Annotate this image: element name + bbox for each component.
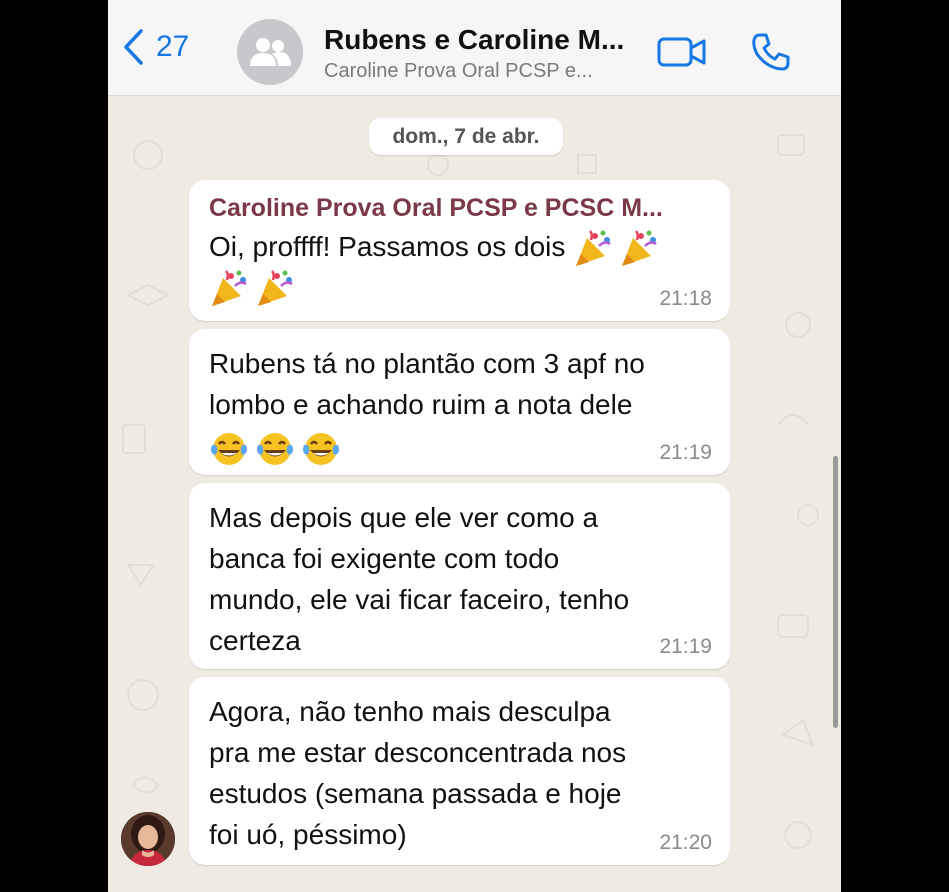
message-text-line: certeza: [209, 625, 301, 656]
message-text-line: estudos (semana passada e hoje: [209, 778, 622, 809]
message-text-line: Oi, proffff! Passamos os dois: [209, 231, 566, 262]
message-text-line: Rubens tá no plantão com 3 apf no: [209, 348, 645, 379]
chevron-left-icon: [124, 29, 143, 65]
message-time: 21:18: [659, 287, 712, 310]
scrollbar[interactable]: [833, 456, 838, 728]
message-bubble[interactable]: Mas depois que ele ver como a banca foi …: [189, 483, 730, 669]
tears-of-joy-icon: [303, 433, 339, 465]
message-time: 21:19: [659, 441, 712, 464]
message-text-line: foi uó, péssimo): [209, 819, 407, 850]
party-popper-icon: [258, 269, 293, 306]
message-text: Agora, não tenho mais desculpa pra me es…: [209, 691, 712, 855]
party-popper-icon: [622, 229, 657, 266]
tears-of-joy-icon: [257, 433, 293, 465]
group-avatar[interactable]: [237, 19, 303, 85]
video-call-button[interactable]: [657, 36, 707, 73]
chat-screen: 27 Rubens e Caroline M... Caroline Prova…: [108, 0, 841, 892]
profile-photo: [121, 812, 175, 866]
message-time: 21:19: [659, 635, 712, 658]
emoji-group: [573, 229, 659, 268]
emoji-group: [209, 431, 341, 467]
phone-icon: [752, 33, 790, 71]
unread-count: 27: [156, 30, 190, 63]
voice-call-button[interactable]: [751, 32, 791, 77]
message-text-line: Agora, não tenho mais desculpa: [209, 696, 611, 727]
message-bubble[interactable]: Agora, não tenho mais desculpa pra me es…: [189, 677, 730, 865]
party-popper-icon: [576, 229, 611, 266]
message-text-line: banca foi exigente com todo: [209, 543, 560, 574]
message-bubble[interactable]: Caroline Prova Oral PCSP e PCSC M... Oi,…: [189, 180, 730, 321]
message-text-line: Mas depois que ele ver como a: [209, 502, 599, 533]
tears-of-joy-icon: [211, 433, 247, 465]
party-popper-icon: [212, 269, 247, 306]
message-text: Rubens tá no plantão com 3 apf no lombo …: [209, 343, 712, 425]
back-button[interactable]: 27: [122, 28, 189, 66]
message-text-line: pra me estar desconcentrada nos: [209, 737, 627, 768]
sender-avatar[interactable]: [121, 812, 175, 866]
emoji-group: [209, 269, 295, 308]
message-text: Mas depois que ele ver como a banca foi …: [209, 497, 712, 661]
sender-name[interactable]: Caroline Prova Oral PCSP e PCSC M...: [209, 194, 712, 223]
message-text-line: lombo e achando ruim a nota dele: [209, 389, 633, 420]
message-text: Oi, proffff! Passamos os dois: [209, 226, 712, 268]
message-text-line: mundo, ele vai ficar faceiro, tenho: [209, 584, 630, 615]
group-icon: [250, 38, 291, 66]
chat-header: 27 Rubens e Caroline M... Caroline Prova…: [108, 0, 841, 96]
chat-title[interactable]: Rubens e Caroline M...: [324, 24, 624, 56]
chat-subtitle[interactable]: Caroline Prova Oral PCSP e...: [324, 60, 593, 83]
message-time: 21:20: [659, 831, 712, 854]
message-bubble[interactable]: Rubens tá no plantão com 3 apf no lombo …: [189, 329, 730, 475]
date-separator: dom., 7 de abr.: [369, 118, 563, 155]
video-camera-icon: [657, 37, 706, 67]
